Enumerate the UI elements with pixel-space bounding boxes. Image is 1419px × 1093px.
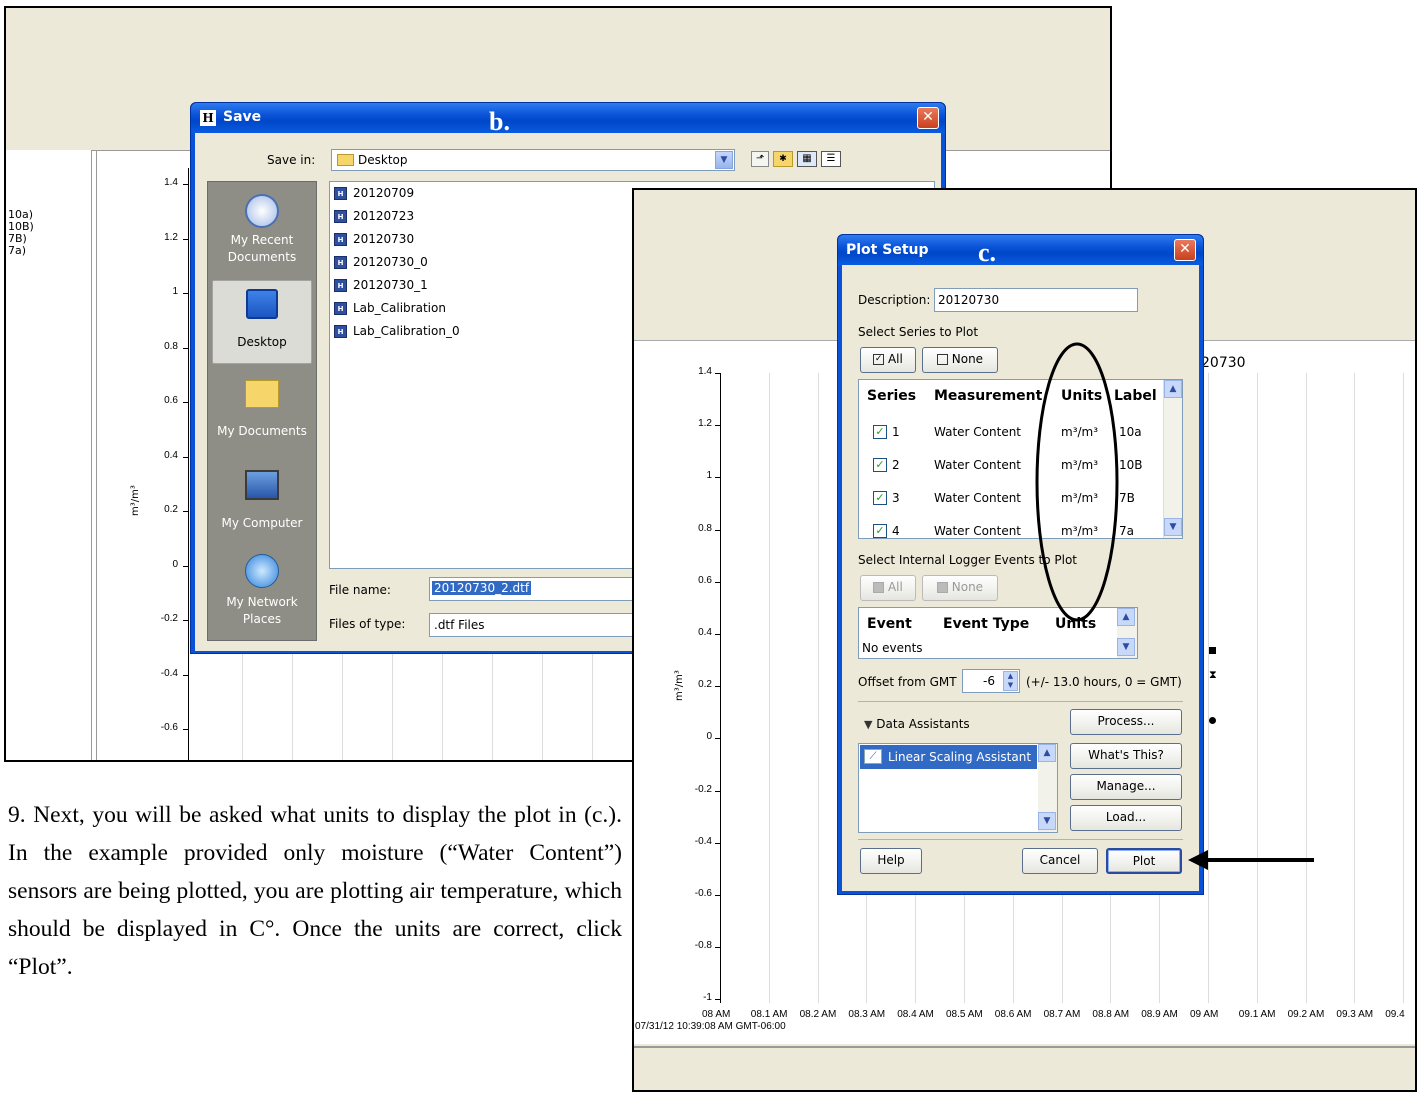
plot-pointer-arrowhead (1188, 850, 1208, 870)
annotation-overlay (1035, 342, 1314, 870)
units-highlight-ellipse (1035, 342, 1119, 622)
